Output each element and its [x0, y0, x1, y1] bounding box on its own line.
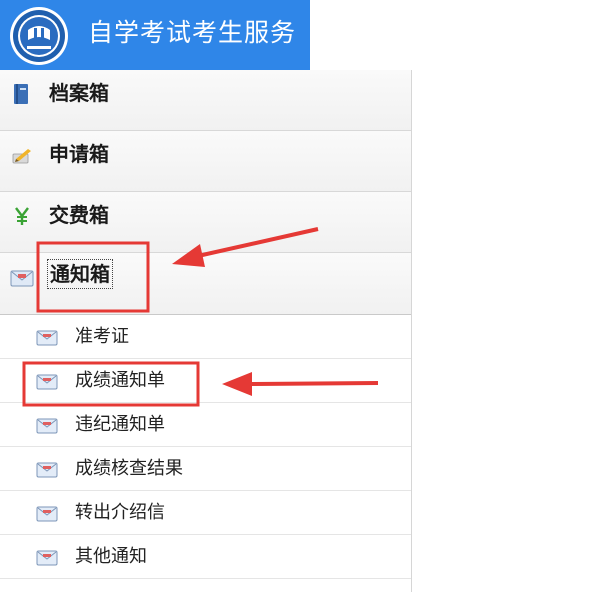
envelope-icon: [10, 270, 34, 287]
university-logo-icon: [10, 7, 68, 65]
notice-item-admission-ticket[interactable]: 准考证: [0, 315, 411, 359]
sidebar-item-payment[interactable]: 交费箱: [0, 192, 411, 253]
yen-icon: [15, 207, 29, 225]
sidebar-menu: 档案箱 申请箱 交费箱 通知箱 准考证 成绩通知单 违纪通知单 成绩核查结果 转…: [0, 70, 412, 592]
app-header: 自学考试考生服务: [0, 0, 310, 70]
notice-item-label: 违纪通知单: [75, 414, 165, 435]
notice-item-label: 成绩核查结果: [75, 458, 183, 479]
notice-item-transfer-letter[interactable]: 转出介绍信: [0, 491, 411, 535]
envelope-icon: [36, 330, 58, 346]
sidebar-item-label: 档案箱: [49, 81, 109, 105]
envelope-icon: [36, 550, 58, 566]
sidebar-item-label: 通知箱: [47, 259, 113, 289]
notice-item-label: 成绩通知单: [75, 370, 165, 391]
sidebar-item-label: 申请箱: [49, 142, 109, 166]
sidebar-item-notice[interactable]: 通知箱: [0, 253, 411, 315]
notice-item-label: 转出介绍信: [75, 502, 165, 523]
envelope-icon: [36, 374, 58, 390]
sidebar-item-application[interactable]: 申请箱: [0, 131, 411, 192]
notice-item-score-review-result[interactable]: 成绩核查结果: [0, 447, 411, 491]
envelope-icon: [36, 506, 58, 522]
header-spacer: [310, 0, 605, 70]
notice-item-violation-notice[interactable]: 违纪通知单: [0, 403, 411, 447]
app-title: 自学考试考生服务: [88, 18, 297, 47]
envelope-icon: [36, 462, 58, 478]
notice-item-label: 准考证: [75, 326, 129, 347]
envelope-icon: [36, 418, 58, 434]
sidebar-item-archive[interactable]: 档案箱: [0, 70, 411, 131]
notice-item-score-notice[interactable]: 成绩通知单: [0, 359, 411, 403]
archive-book-icon: [14, 84, 28, 104]
pencil-paper-icon: [12, 149, 31, 164]
notice-item-label: 其他通知: [75, 546, 147, 567]
notice-item-other[interactable]: 其他通知: [0, 535, 411, 579]
sidebar-item-label: 交费箱: [49, 203, 109, 227]
